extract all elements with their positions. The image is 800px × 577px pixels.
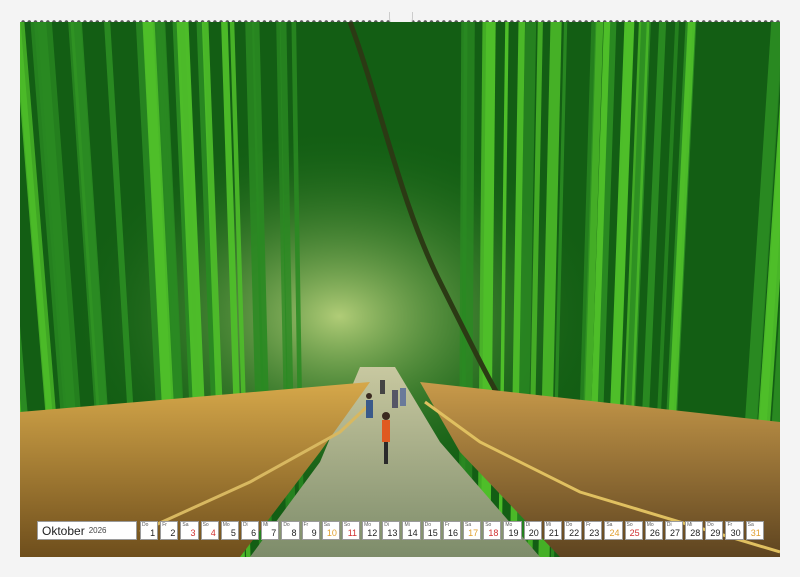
day-number: 24 — [609, 528, 620, 538]
day-number: 10 — [326, 528, 337, 538]
day-number: 4 — [210, 528, 216, 538]
day-number: 31 — [750, 528, 761, 538]
day-of-week: Fr — [303, 522, 309, 528]
day-of-week: Di — [242, 522, 248, 528]
day-number: 9 — [311, 528, 317, 538]
day-number: 13 — [387, 528, 398, 538]
day-number: 18 — [488, 528, 499, 538]
day-number: 16 — [447, 528, 458, 538]
day-number: 14 — [407, 528, 418, 538]
bamboo-forest-illustration — [20, 22, 780, 557]
day-cell: Di 6 — [240, 521, 260, 540]
day-cell: Mi 14 — [402, 521, 421, 540]
day-cell: Do 22 — [563, 521, 583, 540]
day-cell: Fr 16 — [442, 521, 461, 540]
day-number: 12 — [367, 528, 378, 538]
month-name: Oktober — [42, 523, 85, 538]
day-number: 23 — [589, 528, 600, 538]
day-cell: Do 8 — [281, 521, 300, 540]
day-number: 17 — [468, 528, 479, 538]
day-cell: So 25 — [624, 521, 643, 540]
day-of-week: Mi — [263, 522, 269, 528]
day-cells: Do 1 Fr 2 Sa 3 So 4 Mo 5 Di 6 Mi 7 Do 8 Fr 9 Sa 10 So 11 Mo 12 D… — [140, 521, 764, 540]
day-number: 22 — [569, 528, 580, 538]
day-number: 3 — [190, 528, 196, 538]
day-cell: Fr 23 — [584, 521, 603, 540]
day-of-week: So — [202, 522, 209, 528]
day-cell: Sa 10 — [321, 521, 340, 540]
day-cell: Fr 2 — [160, 521, 179, 540]
month-year: 2026 — [88, 526, 107, 535]
day-cell: Mo 19 — [503, 521, 522, 540]
day-number: 1 — [150, 528, 156, 538]
day-cell: Do 1 — [140, 521, 159, 540]
day-cell: Sa 24 — [604, 521, 623, 540]
day-number: 25 — [629, 528, 640, 538]
day-of-week: Do — [283, 522, 290, 528]
calendar-page: Oktober 2026 Do 1 Fr 2 Sa 3 So 4 Mo 5 Di 6 Mi 7 Do 8 Fr 9… — [0, 0, 800, 577]
day-number: 30 — [730, 528, 741, 538]
day-cell: So 11 — [341, 521, 361, 540]
day-number: 28 — [690, 528, 701, 538]
day-cell: Mo 12 — [362, 521, 381, 540]
day-cell: Fr 9 — [301, 521, 320, 540]
day-number: 19 — [508, 528, 519, 538]
day-cell: Mi 7 — [261, 521, 280, 540]
day-cell: Mi 28 — [685, 521, 704, 540]
bamboo-forest-photo — [20, 22, 780, 557]
day-number: 21 — [548, 528, 559, 538]
day-of-week: Sa — [182, 522, 189, 528]
day-cell: Di 13 — [382, 521, 401, 540]
day-of-week: Do — [142, 522, 149, 528]
calendar-strip: Oktober 2026 Do 1 Fr 2 Sa 3 So 4 Mo 5 Di 6 Mi 7 Do 8 Fr 9… — [37, 521, 764, 540]
day-cell: So 4 — [200, 521, 219, 540]
day-number: 2 — [170, 528, 176, 538]
day-cell: Sa 31 — [745, 521, 764, 540]
day-cell: Do 29 — [705, 521, 724, 540]
day-number: 27 — [670, 528, 681, 538]
day-number: 11 — [347, 528, 358, 538]
day-number: 7 — [271, 528, 277, 538]
day-cell: Di 27 — [664, 521, 684, 540]
day-number: 26 — [649, 528, 660, 538]
day-of-week: Fr — [162, 522, 167, 528]
day-number: 15 — [427, 528, 438, 538]
day-of-week: Mo — [222, 522, 230, 528]
day-cell: So 18 — [483, 521, 502, 540]
day-cell: Do 15 — [422, 521, 441, 540]
day-number: 6 — [251, 528, 257, 538]
day-number: 20 — [528, 528, 539, 538]
day-cell: Sa 17 — [463, 521, 482, 540]
day-cell: Mi 21 — [543, 521, 562, 540]
day-cell: Mo 5 — [220, 521, 239, 540]
day-cell: Fr 30 — [725, 521, 744, 540]
day-number: 8 — [291, 528, 297, 538]
month-label: Oktober 2026 — [37, 521, 137, 540]
day-cell: Sa 3 — [180, 521, 199, 540]
day-number: 29 — [710, 528, 721, 538]
day-number: 5 — [230, 528, 236, 538]
day-cell: Mo 26 — [644, 521, 663, 540]
day-cell: Di 20 — [523, 521, 542, 540]
